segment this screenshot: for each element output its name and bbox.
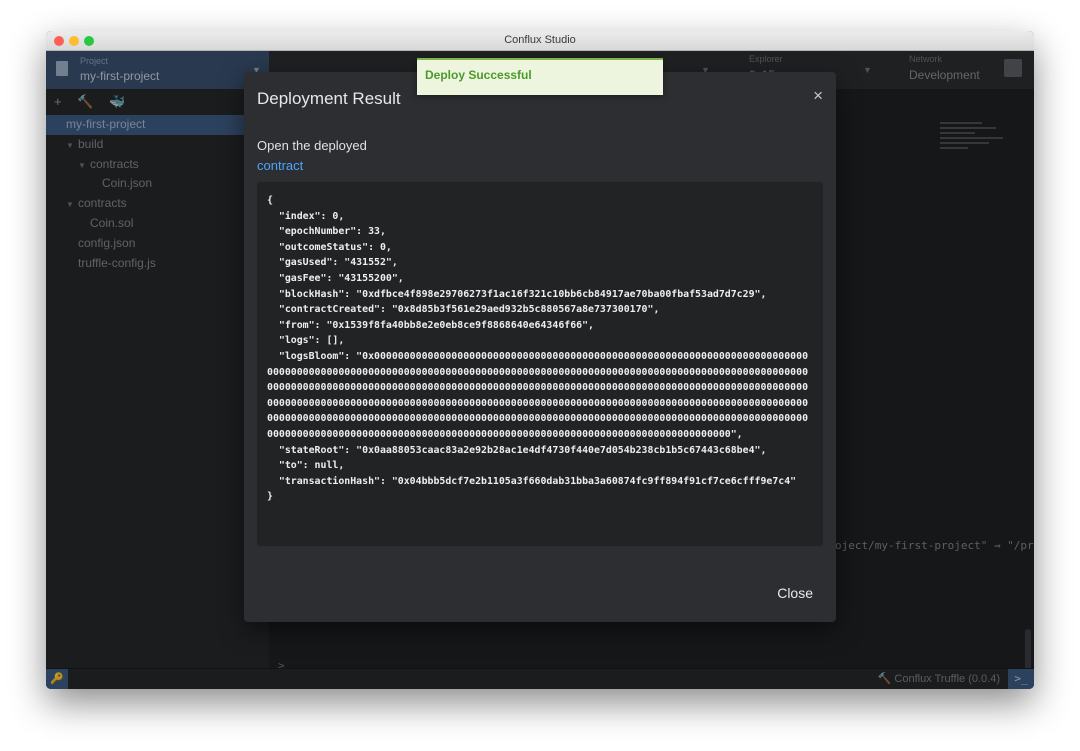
close-window-button[interactable] [54,36,64,46]
minimize-window-button[interactable] [69,36,79,46]
dialog-title: Deployment Result [257,89,401,108]
toast-message: Deploy Successful [425,68,532,82]
deploy-success-toast: Deploy Successful [417,58,663,95]
close-button[interactable]: Close [777,585,813,601]
close-icon[interactable]: × [813,86,823,106]
contract-link[interactable]: contract [257,158,303,173]
deployment-result-dialog: Deployment Result × Open the deployed co… [244,72,836,622]
open-deployed-text: Open the deployed [257,138,367,153]
maximize-window-button[interactable] [84,36,94,46]
result-json-block: { "index": 0, "epochNumber": 33, "outcom… [257,182,823,546]
title-bar: Conflux Studio [46,31,1034,51]
result-json-text: { "index": 0, "epochNumber": 33, "outcom… [267,195,809,503]
window-title: Conflux Studio [504,34,576,46]
